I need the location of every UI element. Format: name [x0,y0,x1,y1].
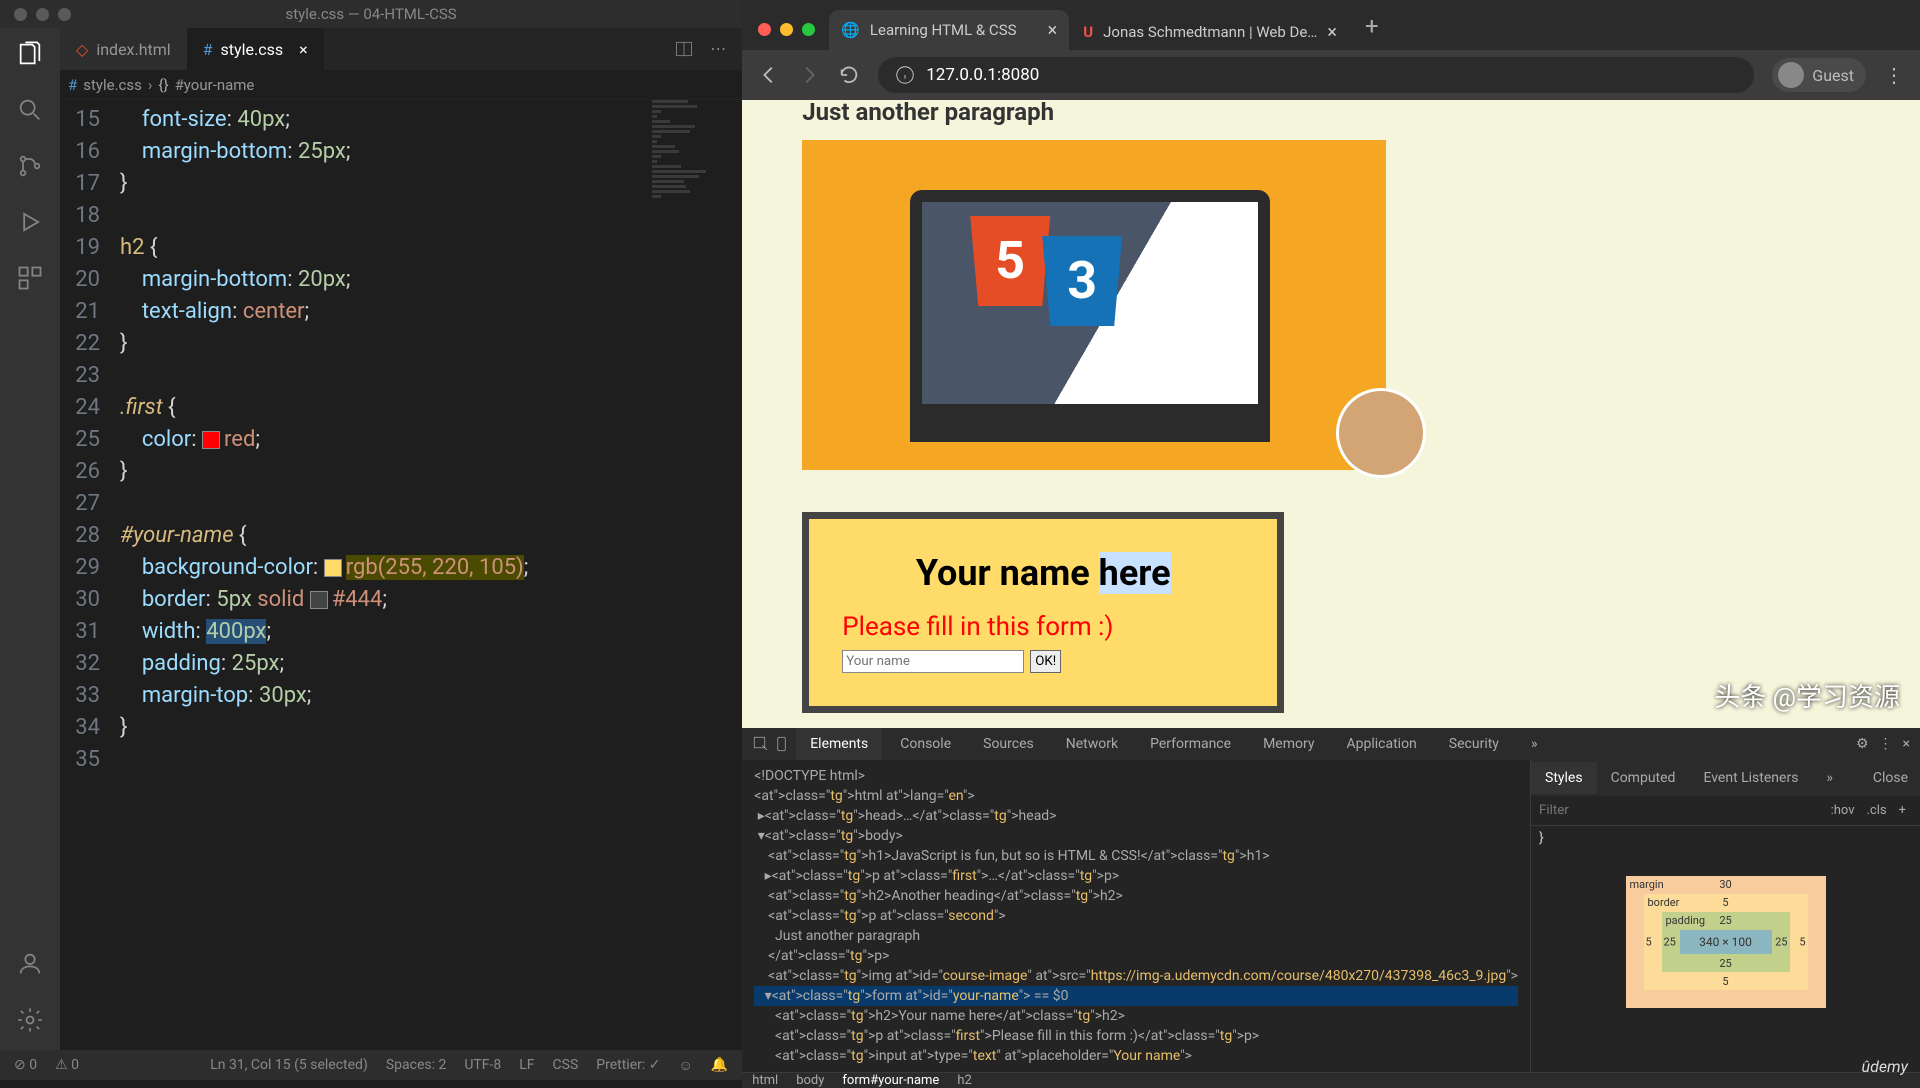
new-tab-button[interactable]: + [1351,12,1393,50]
vscode-titlebar: style.css — 04-HTML-CSS [0,0,742,28]
git-icon[interactable] [16,152,44,180]
browser-tab[interactable]: U Jonas Schmedtmann | Web De… × [1071,14,1349,50]
browser-tab[interactable]: 🌐 Learning HTML & CSS × [829,10,1069,50]
window-title: style.css — 04-HTML-CSS [286,5,457,23]
code-editor[interactable]: 1516171819202122232425262728293031323334… [60,100,742,1050]
inspect-icon[interactable] [752,735,770,753]
tab-computed[interactable]: Computed [1597,762,1690,794]
split-editor-icon[interactable] [674,39,694,59]
status-bar: ⊘ 0 ⚠ 0 Ln 31, Col 15 (5 selected) Space… [0,1050,742,1080]
minimap[interactable] [652,100,742,300]
minimize-icon[interactable] [780,23,793,36]
close-button[interactable]: Close [1861,762,1920,794]
menu-icon[interactable]: ⋮ [1879,736,1893,752]
more-tabs-icon[interactable]: » [1517,728,1552,760]
close-icon[interactable]: × [299,40,308,59]
extensions-icon[interactable] [16,264,44,292]
styles-filter-input[interactable] [1539,803,1825,818]
your-name-form: Your name here Please fill in this form … [802,512,1284,713]
close-icon[interactable]: × [1048,20,1058,41]
globe-icon: 🌐 [841,21,860,39]
tab-elements[interactable]: Elements [796,728,882,760]
tab-console[interactable]: Console [886,728,965,760]
avatar-icon [1778,62,1804,88]
url-bar[interactable]: 127.0.0.1:8080 [878,57,1754,93]
course-image: 5 3 [802,140,1386,470]
status-language[interactable]: CSS [553,1057,579,1074]
close-icon[interactable]: × [1327,22,1337,43]
status-errors[interactable]: ⊘ 0 [14,1057,37,1073]
tab-performance[interactable]: Performance [1136,728,1245,760]
forward-icon[interactable] [798,64,820,86]
status-spaces[interactable]: Spaces: 2 [386,1057,447,1074]
activity-bar [0,28,60,1050]
author-avatar [1336,388,1426,478]
tab-sources[interactable]: Sources [969,728,1048,760]
tab-styles[interactable]: Styles [1531,762,1597,794]
status-cursor[interactable]: Ln 31, Col 15 (5 selected) [210,1057,368,1074]
more-icon[interactable]: ⋯ [710,39,726,59]
status-encoding[interactable]: UTF-8 [464,1057,501,1074]
paragraph: Just another paragraph [802,100,1860,126]
gear-icon[interactable] [16,1006,44,1034]
account-icon[interactable] [16,950,44,978]
devtools: Elements Console Sources Network Perform… [742,728,1920,1080]
html5-logo-icon: 5 [970,216,1050,306]
profile-button[interactable]: Guest [1772,58,1866,92]
dom-tree[interactable]: <!DOCTYPE html><at">class="tg">html at">… [742,760,1530,1072]
styles-pane: Styles Computed Event Listeners » Close … [1530,760,1920,1072]
page-viewport: Just another paragraph 5 3 Your name her… [742,100,1920,728]
close-icon[interactable] [758,23,771,36]
reload-icon[interactable] [838,64,860,86]
tab-application[interactable]: Application [1332,728,1430,760]
ok-button[interactable]: OK! [1030,650,1061,673]
status-prettier[interactable]: Prettier: ✓ [596,1057,660,1074]
status-eol[interactable]: LF [519,1057,534,1074]
breadcrumb[interactable]: # style.css › {} #your-name [60,70,742,100]
editor-tabs: ◇ index.html # style.css × ⋯ [60,28,742,70]
info-icon[interactable] [894,64,916,86]
name-input[interactable] [842,650,1024,673]
tab-label: index.html [96,40,170,59]
form-heading: Your name here [842,552,1244,594]
close-icon[interactable] [14,8,27,21]
tab-label: style.css [221,40,284,59]
maximize-icon[interactable] [802,23,815,36]
breadcrumb-path[interactable]: html body form#your-name h2 ûdemy [742,1072,1920,1088]
explorer-icon[interactable] [16,40,44,68]
status-feedback-icon[interactable]: ☺ [678,1057,692,1074]
form-instruction: Please fill in this form :) [842,612,1244,642]
device-icon[interactable] [774,735,792,753]
status-warnings[interactable]: ⚠ 0 [55,1057,79,1073]
menu-icon[interactable]: ⋮ [1884,63,1904,87]
udemy-logo: ûdemy [1862,1057,1908,1076]
debug-icon[interactable] [16,208,44,236]
more-tabs-icon[interactable]: » [1812,762,1847,794]
tab-memory[interactable]: Memory [1249,728,1328,760]
maximize-icon[interactable] [58,8,71,21]
minimize-icon[interactable] [36,8,49,21]
devtools-tabs: Elements Console Sources Network Perform… [742,728,1920,760]
back-icon[interactable] [758,64,780,86]
status-bell-icon[interactable]: 🔔 [711,1057,728,1074]
tab-network[interactable]: Network [1052,728,1132,760]
tab-style-css[interactable]: # style.css × [187,28,324,70]
tab-index-html[interactable]: ◇ index.html [60,28,187,70]
css3-logo-icon: 3 [1042,236,1122,326]
tab-event-listeners[interactable]: Event Listeners [1689,762,1812,794]
browser-window: 🌐 Learning HTML & CSS × U Jonas Schmedtm… [742,0,1920,1080]
box-model[interactable]: margin 30 border 5 5 5 5 padding 25 25 2… [1626,876,1826,1008]
gear-icon[interactable]: ⚙ [1856,736,1869,752]
browser-toolbar: 127.0.0.1:8080 Guest ⋮ [742,50,1920,100]
tab-security[interactable]: Security [1435,728,1513,760]
browser-tab-strip: 🌐 Learning HTML & CSS × U Jonas Schmedtm… [742,0,1920,50]
search-icon[interactable] [16,96,44,124]
new-rule-icon[interactable]: + [1893,799,1912,822]
close-icon[interactable]: × [1903,736,1910,752]
cls-toggle[interactable]: .cls [1861,799,1893,822]
vscode-window: style.css — 04-HTML-CSS ◇ index.html # [0,0,742,1080]
hov-toggle[interactable]: :hov [1825,799,1861,822]
chevron-right-icon: › [148,76,153,94]
